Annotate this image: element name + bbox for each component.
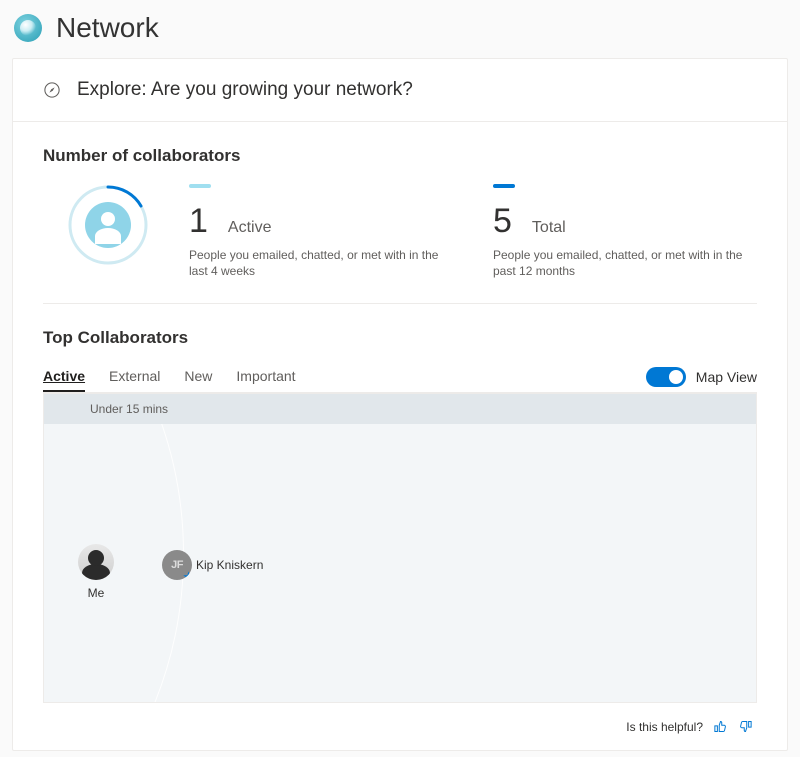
- thumbs-down-icon[interactable]: [738, 719, 753, 734]
- page-header: Network: [0, 0, 800, 58]
- map-area[interactable]: Me JF Kip Kniskern: [44, 424, 756, 702]
- feedback-footer: Is this helpful?: [43, 703, 757, 734]
- stat-total: 5 Total People you emailed, chatted, or …: [493, 184, 757, 279]
- tab-new[interactable]: New: [184, 362, 212, 392]
- avatar-initials: JF: [171, 559, 183, 571]
- thumbs-up-icon[interactable]: [713, 719, 728, 734]
- tab-external[interactable]: External: [109, 362, 160, 392]
- node-collaborator[interactable]: JF Kip Kniskern: [162, 550, 263, 580]
- avatar: [78, 544, 114, 580]
- active-count: 1: [189, 202, 208, 241]
- page-title: Network: [56, 12, 159, 44]
- explore-text: Explore: Are you growing your network?: [77, 79, 413, 101]
- network-icon: [14, 14, 42, 42]
- person-icon: [85, 202, 131, 248]
- stat-bar-icon: [493, 184, 515, 188]
- helpful-text: Is this helpful?: [626, 720, 703, 734]
- compass-icon: [43, 81, 61, 99]
- collaborator-name: Kip Kniskern: [196, 558, 263, 572]
- tabs-row: Active External New Important Map View: [43, 362, 757, 393]
- total-count: 5: [493, 202, 512, 241]
- explore-link[interactable]: Explore: Are you growing your network?: [13, 59, 787, 122]
- map-frame: Under 15 mins Me JF Kip Kniskern: [43, 393, 757, 703]
- network-card: Explore: Are you growing your network? N…: [12, 58, 788, 751]
- collaborators-heading: Number of collaborators: [43, 146, 757, 166]
- top-collaborators-heading: Top Collaborators: [43, 328, 757, 348]
- stat-bar-icon: [189, 184, 211, 188]
- avatar: JF: [162, 550, 192, 580]
- tab-active[interactable]: Active: [43, 362, 85, 392]
- stat-active: 1 Active People you emailed, chatted, or…: [189, 184, 453, 279]
- active-description: People you emailed, chatted, or met with…: [189, 247, 439, 279]
- total-label: Total: [532, 219, 566, 237]
- collaborator-avatar-ring: [67, 184, 149, 266]
- map-view-label: Map View: [696, 369, 757, 385]
- node-me[interactable]: Me: [78, 544, 114, 600]
- map-view-control: Map View: [646, 367, 757, 387]
- map-view-toggle[interactable]: [646, 367, 686, 387]
- stats-row: 1 Active People you emailed, chatted, or…: [43, 184, 757, 304]
- card-content: Number of collaborators 1 Active Peop: [13, 122, 787, 750]
- important-star-icon: [183, 571, 192, 580]
- tabs: Active External New Important: [43, 362, 296, 392]
- me-label: Me: [88, 586, 105, 600]
- tab-important[interactable]: Important: [236, 362, 295, 392]
- total-description: People you emailed, chatted, or met with…: [493, 247, 743, 279]
- active-label: Active: [228, 219, 272, 237]
- map-bucket-label: Under 15 mins: [44, 394, 756, 424]
